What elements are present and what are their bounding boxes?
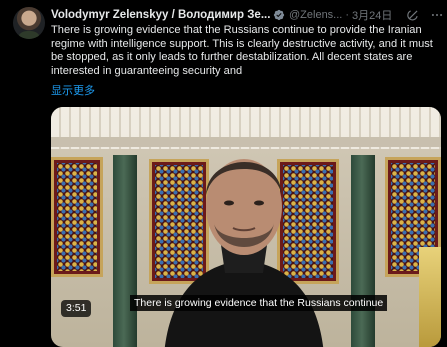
grok-icon[interactable] [406, 8, 420, 22]
wall-column-right [351, 155, 375, 347]
tweet-text: There is growing evidence that the Russi… [51, 24, 433, 77]
tweet-header: Volodymyr Zelenskyy / Володимир Зе... @Z… [51, 6, 441, 24]
author-display-name[interactable]: Volodymyr Zelenskyy / Володимир Зе... [51, 9, 270, 21]
speaker-figure [164, 159, 324, 347]
author-avatar[interactable] [13, 7, 45, 39]
tweet-date[interactable]: 3月24日 [352, 7, 392, 23]
flag-edge [419, 247, 441, 347]
header-actions [406, 6, 444, 24]
more-options-icon[interactable] [430, 8, 444, 22]
video-player[interactable]: 3:51 There is growing evidence that the … [51, 107, 441, 347]
header-separator: · [345, 9, 350, 21]
show-more-link[interactable]: 显示更多 [51, 82, 95, 98]
verified-badge-icon[interactable] [273, 9, 285, 21]
wall-frame-left [51, 157, 103, 277]
video-duration: 3:51 [61, 300, 92, 317]
video-caption: There is growing evidence that the Russi… [130, 295, 388, 311]
wall-column-left [113, 155, 137, 347]
avatar-figure [17, 31, 41, 39]
author-handle[interactable]: @Zelens... [289, 9, 342, 21]
tweet[interactable]: Volodymyr Zelenskyy / Володимир Зе... @Z… [0, 0, 447, 347]
